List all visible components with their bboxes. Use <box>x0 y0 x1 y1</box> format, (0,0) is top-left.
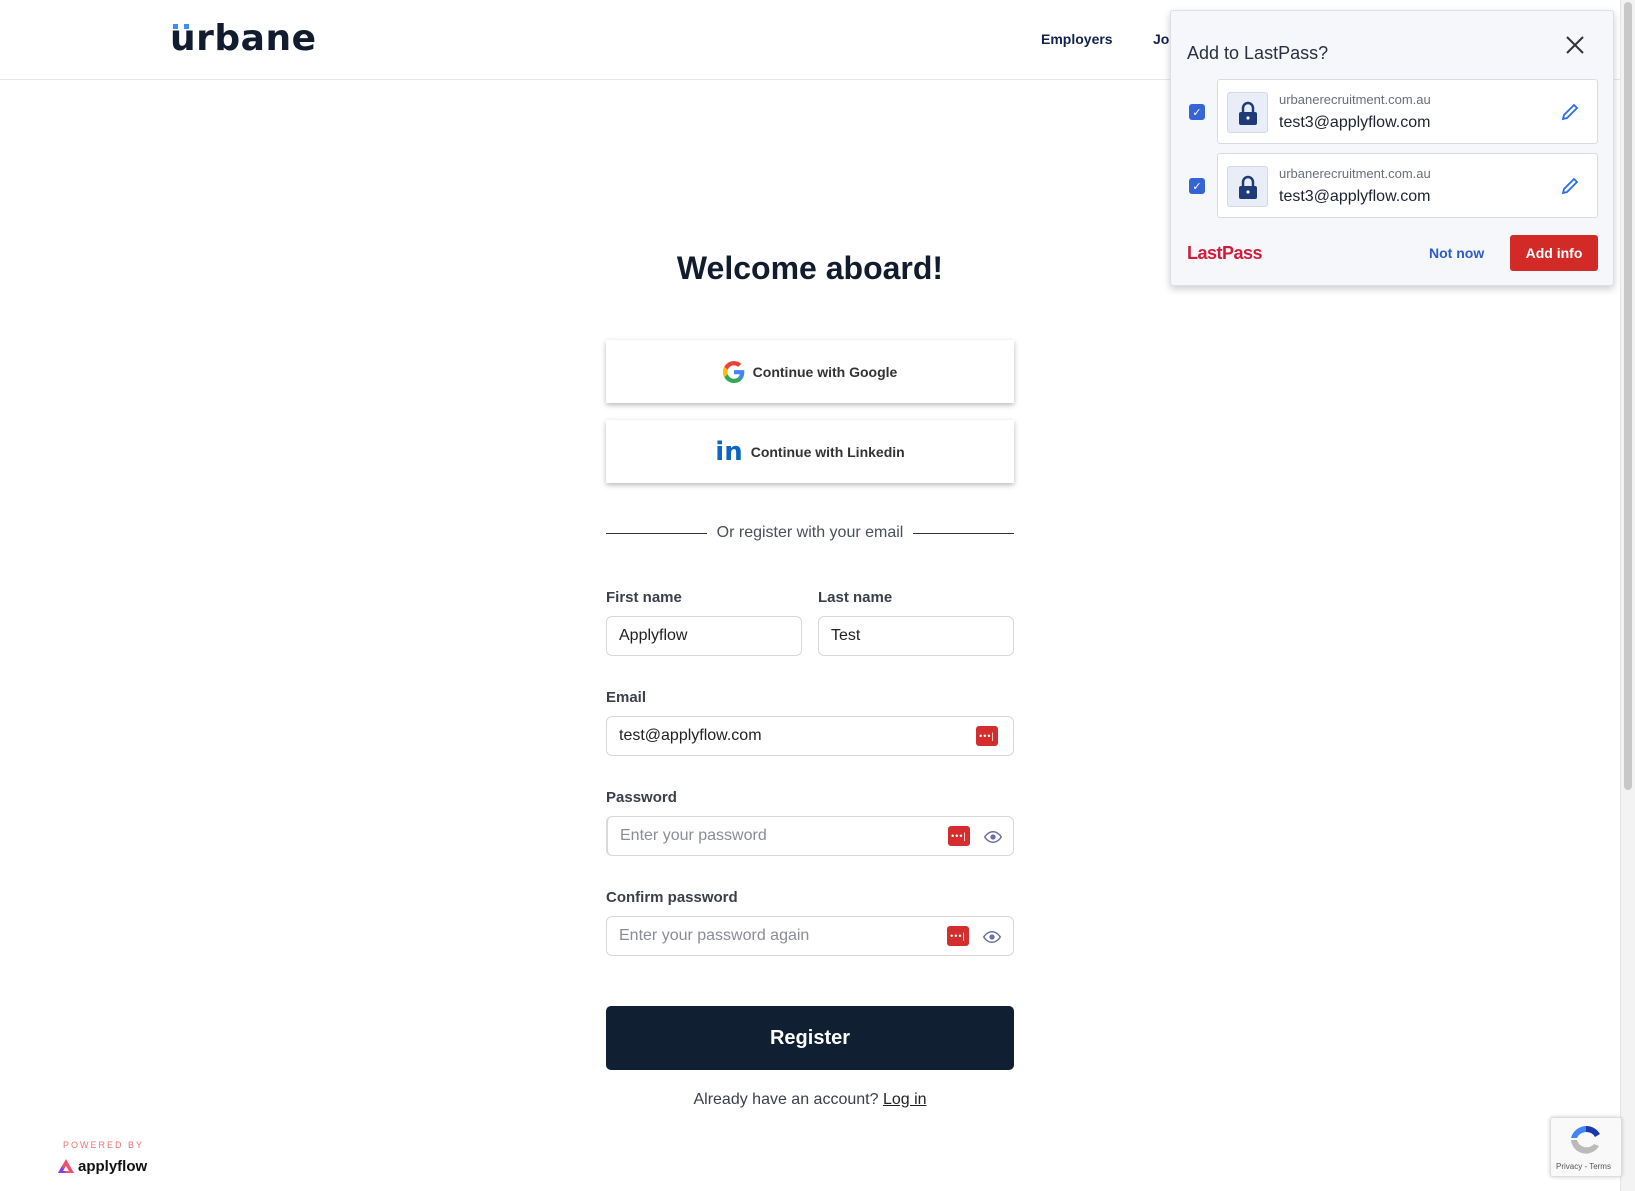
pencil-icon[interactable] <box>1560 176 1580 196</box>
recaptcha-links[interactable]: Privacy - Terms <box>1556 1162 1611 1171</box>
lastpass-title: Add to LastPass? <box>1187 43 1329 63</box>
eye-icon[interactable] <box>982 928 1002 946</box>
add-info-button[interactable]: Add info <box>1510 235 1598 271</box>
pencil-icon[interactable] <box>1560 102 1580 122</box>
register-button[interactable]: Register <box>606 1006 1014 1070</box>
lastpass-fill-icon[interactable]: •••| <box>976 726 998 746</box>
google-signin-button[interactable]: Continue with Google <box>606 340 1014 403</box>
recaptcha-badge[interactable]: Privacy - Terms <box>1550 1117 1622 1177</box>
nav-employers[interactable]: Employers <box>1041 31 1113 47</box>
close-icon[interactable] <box>1563 33 1587 57</box>
email-input[interactable]: test@applyflow.com •••| <box>606 716 1014 756</box>
not-now-button[interactable]: Not now <box>1429 245 1484 261</box>
lock-icon <box>1227 92 1268 133</box>
password-input[interactable]: Enter your password •••| <box>606 816 1014 856</box>
lastpass-logo: LastPass <box>1187 243 1263 263</box>
item-checkbox[interactable]: ✓ <box>1189 178 1205 194</box>
confirm-password-label: Confirm password <box>606 889 738 906</box>
confirm-password-input[interactable]: Enter your password again •••| <box>606 916 1014 956</box>
applyflow-logo[interactable]: applyflow <box>58 1158 147 1175</box>
eye-icon[interactable] <box>983 828 1003 846</box>
powered-by-label: POWERED BY <box>63 1140 145 1150</box>
item-domain: urbanerecruitment.com.au <box>1279 92 1431 107</box>
google-label: Continue with Google <box>752 363 898 380</box>
nav-jobs[interactable]: Jo <box>1153 31 1169 47</box>
linkedin-signin-button[interactable]: in Continue with Linkedin <box>606 420 1014 483</box>
lastpass-item[interactable]: urbanerecruitment.com.au test3@applyflow… <box>1217 153 1598 218</box>
lock-icon <box>1227 166 1268 207</box>
linkedin-icon: in <box>715 436 743 467</box>
item-domain: urbanerecruitment.com.au <box>1279 166 1431 181</box>
last-name-input[interactable]: Test <box>818 616 1014 656</box>
lastpass-fill-icon[interactable]: •••| <box>948 826 970 846</box>
email-divider: Or register with your email <box>606 524 1014 542</box>
last-name-label: Last name <box>818 589 893 606</box>
recaptcha-icon <box>1571 1125 1600 1154</box>
lastpass-fill-icon[interactable]: •••| <box>947 926 969 946</box>
login-link[interactable]: Log in <box>883 1091 927 1108</box>
item-username: test3@applyflow.com <box>1279 114 1431 131</box>
urbane-logo[interactable]: urbane <box>170 18 317 59</box>
password-label: Password <box>606 789 677 806</box>
item-checkbox[interactable]: ✓ <box>1189 104 1205 120</box>
linkedin-label: Continue with Linkedin <box>750 443 905 460</box>
applyflow-logo-icon <box>58 1159 74 1173</box>
first-name-label: First name <box>606 589 682 606</box>
login-prompt: Already have an account? Log in <box>693 1091 927 1108</box>
first-name-input[interactable]: Applyflow <box>606 616 802 656</box>
google-icon <box>722 360 744 383</box>
scrollbar-thumb[interactable] <box>1624 2 1632 790</box>
lastpass-item[interactable]: urbanerecruitment.com.au test3@applyflow… <box>1217 79 1598 144</box>
item-username: test3@applyflow.com <box>1279 188 1431 205</box>
lastpass-popup: Add to LastPass? ✓ urbanerecruitment.com… <box>1170 10 1614 286</box>
email-label: Email <box>606 689 647 706</box>
